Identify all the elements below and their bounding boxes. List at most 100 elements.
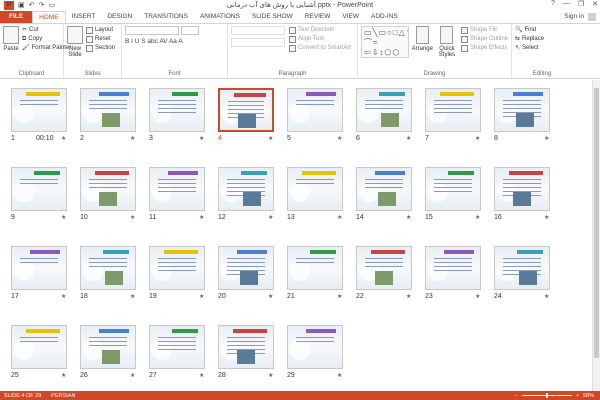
sign-in-label[interactable]: Sign in xyxy=(564,11,584,23)
save-icon[interactable]: ▣ xyxy=(18,1,25,10)
tab-insert[interactable]: INSERT xyxy=(66,11,102,23)
slide-thumbnail[interactable] xyxy=(356,167,412,211)
slide-thumbnail[interactable] xyxy=(425,88,481,132)
transition-star-icon[interactable]: ★ xyxy=(199,372,204,379)
slide-thumbnail[interactable] xyxy=(11,325,67,369)
slide-thumbnail[interactable] xyxy=(494,167,550,211)
tab-view[interactable]: VIEW xyxy=(336,11,365,23)
zoom-level[interactable]: 58% xyxy=(583,393,594,399)
slide-thumbnail[interactable] xyxy=(149,325,205,369)
slide-thumbnail[interactable] xyxy=(218,325,274,369)
transition-star-icon[interactable]: ★ xyxy=(337,135,342,142)
vertical-scrollbar[interactable] xyxy=(592,80,600,391)
transition-star-icon[interactable]: ★ xyxy=(544,293,549,300)
transition-star-icon[interactable]: ★ xyxy=(268,135,273,142)
minimize-button[interactable]: — xyxy=(563,0,570,8)
slide-thumbnail[interactable] xyxy=(11,88,67,132)
transition-star-icon[interactable]: ★ xyxy=(61,372,66,379)
slide-thumbnail[interactable] xyxy=(287,167,343,211)
tab-home[interactable]: HOME xyxy=(32,11,66,23)
quick-styles-button[interactable]: Quick Styles xyxy=(436,26,458,58)
transition-star-icon[interactable]: ★ xyxy=(199,135,204,142)
slide-thumbnail[interactable] xyxy=(80,88,136,132)
slide-thumbnail[interactable] xyxy=(218,167,274,211)
slide-thumbnail[interactable] xyxy=(80,167,136,211)
undo-icon[interactable]: ↶ xyxy=(29,1,35,10)
transition-star-icon[interactable]: ★ xyxy=(406,214,411,221)
sign-in[interactable]: Sign in xyxy=(564,11,596,23)
zoom-out-button[interactable]: − xyxy=(515,393,518,399)
slide-thumbnail[interactable] xyxy=(425,167,481,211)
text-direction-button[interactable]: Text Direction xyxy=(289,26,351,35)
slide-thumbnail[interactable] xyxy=(218,246,274,290)
reset-button[interactable]: Reset xyxy=(86,35,115,44)
transition-star-icon[interactable]: ★ xyxy=(199,214,204,221)
transition-star-icon[interactable]: ★ xyxy=(130,372,135,379)
shapes-gallery[interactable]: ▭╲▭○□△↘⇨◇☆{}⌒≈ ⇦⇩↕⬠⬡ xyxy=(361,26,409,58)
transition-star-icon[interactable]: ★ xyxy=(130,214,135,221)
scrollbar-thumb[interactable] xyxy=(594,88,599,358)
transition-star-icon[interactable]: ★ xyxy=(199,293,204,300)
slide-thumbnail[interactable] xyxy=(287,325,343,369)
transition-star-icon[interactable]: ★ xyxy=(130,135,135,142)
transition-star-icon[interactable]: ★ xyxy=(337,214,342,221)
replace-button[interactable]: ⇆ Replace xyxy=(515,35,569,44)
slide-thumbnail[interactable] xyxy=(11,167,67,211)
find-button[interactable]: 🔍 Find xyxy=(515,26,569,35)
slide-thumbnail[interactable] xyxy=(494,88,550,132)
layout-button[interactable]: Layout xyxy=(86,26,115,35)
slideshow-icon[interactable]: ▭ xyxy=(48,1,55,10)
tab-slide-show[interactable]: SLIDE SHOW xyxy=(246,11,299,23)
shape-fill-button[interactable]: Shape Fill xyxy=(460,26,508,35)
slide-thumbnail[interactable] xyxy=(11,246,67,290)
transition-star-icon[interactable]: ★ xyxy=(61,214,66,221)
slide-thumbnail[interactable] xyxy=(287,88,343,132)
tab-review[interactable]: REVIEW xyxy=(299,11,337,23)
transition-star-icon[interactable]: ★ xyxy=(544,214,549,221)
convert-smartart-button[interactable]: Convert to SmartArt xyxy=(289,44,351,53)
font-name-dropdown[interactable] xyxy=(125,26,179,35)
avatar[interactable] xyxy=(588,13,596,21)
select-button[interactable]: ↖ Select xyxy=(515,44,569,53)
transition-star-icon[interactable]: ★ xyxy=(544,135,549,142)
transition-star-icon[interactable]: ★ xyxy=(475,135,480,142)
tab-design[interactable]: DESIGN xyxy=(101,11,138,23)
help-button[interactable]: ? xyxy=(551,0,555,8)
slide-thumbnail[interactable] xyxy=(149,167,205,211)
shape-effects-button[interactable]: Shape Effects xyxy=(460,44,508,53)
transition-star-icon[interactable]: ★ xyxy=(61,293,66,300)
alignment-buttons[interactable] xyxy=(231,38,285,47)
zoom-slider[interactable] xyxy=(521,393,572,398)
align-text-button[interactable]: Align Text xyxy=(289,35,351,44)
tab-add-ins[interactable]: ADD-INS xyxy=(365,11,404,23)
transition-star-icon[interactable]: ★ xyxy=(268,293,273,300)
slide-thumbnail[interactable] xyxy=(149,246,205,290)
zoom-slider-knob[interactable] xyxy=(545,393,548,398)
transition-star-icon[interactable]: ★ xyxy=(475,214,480,221)
slide-thumbnail[interactable] xyxy=(425,246,481,290)
redo-icon[interactable]: ↷ xyxy=(39,1,45,10)
slide-thumbnail[interactable] xyxy=(356,246,412,290)
slide-thumbnail[interactable] xyxy=(80,246,136,290)
slide-counter[interactable]: SLIDE 4 OF 29 xyxy=(4,393,41,399)
slide-thumbnail[interactable] xyxy=(494,246,550,290)
language-indicator[interactable]: PERSIAN xyxy=(51,393,75,399)
arrange-button[interactable]: Arrange xyxy=(412,26,433,58)
slide-thumbnail[interactable] xyxy=(149,88,205,132)
shape-outline-button[interactable]: Shape Outline xyxy=(460,35,508,44)
transition-star-icon[interactable]: ★ xyxy=(475,293,480,300)
slide-thumbnail[interactable] xyxy=(218,88,274,132)
maximize-button[interactable]: ❐ xyxy=(578,0,584,8)
transition-star-icon[interactable]: ★ xyxy=(130,293,135,300)
tab-animations[interactable]: ANIMATIONS xyxy=(194,11,246,23)
section-button[interactable]: Section xyxy=(86,44,115,53)
font-format-buttons[interactable]: B I U S abc AV Aa A xyxy=(125,38,224,45)
slide-thumbnail[interactable] xyxy=(287,246,343,290)
tab-file[interactable]: FILE xyxy=(0,11,33,23)
list-buttons[interactable] xyxy=(231,26,285,35)
transition-star-icon[interactable]: ★ xyxy=(337,293,342,300)
transition-star-icon[interactable]: ★ xyxy=(268,214,273,221)
transition-star-icon[interactable]: ★ xyxy=(406,293,411,300)
slide-thumbnail[interactable] xyxy=(80,325,136,369)
transition-star-icon[interactable]: ★ xyxy=(268,372,273,379)
